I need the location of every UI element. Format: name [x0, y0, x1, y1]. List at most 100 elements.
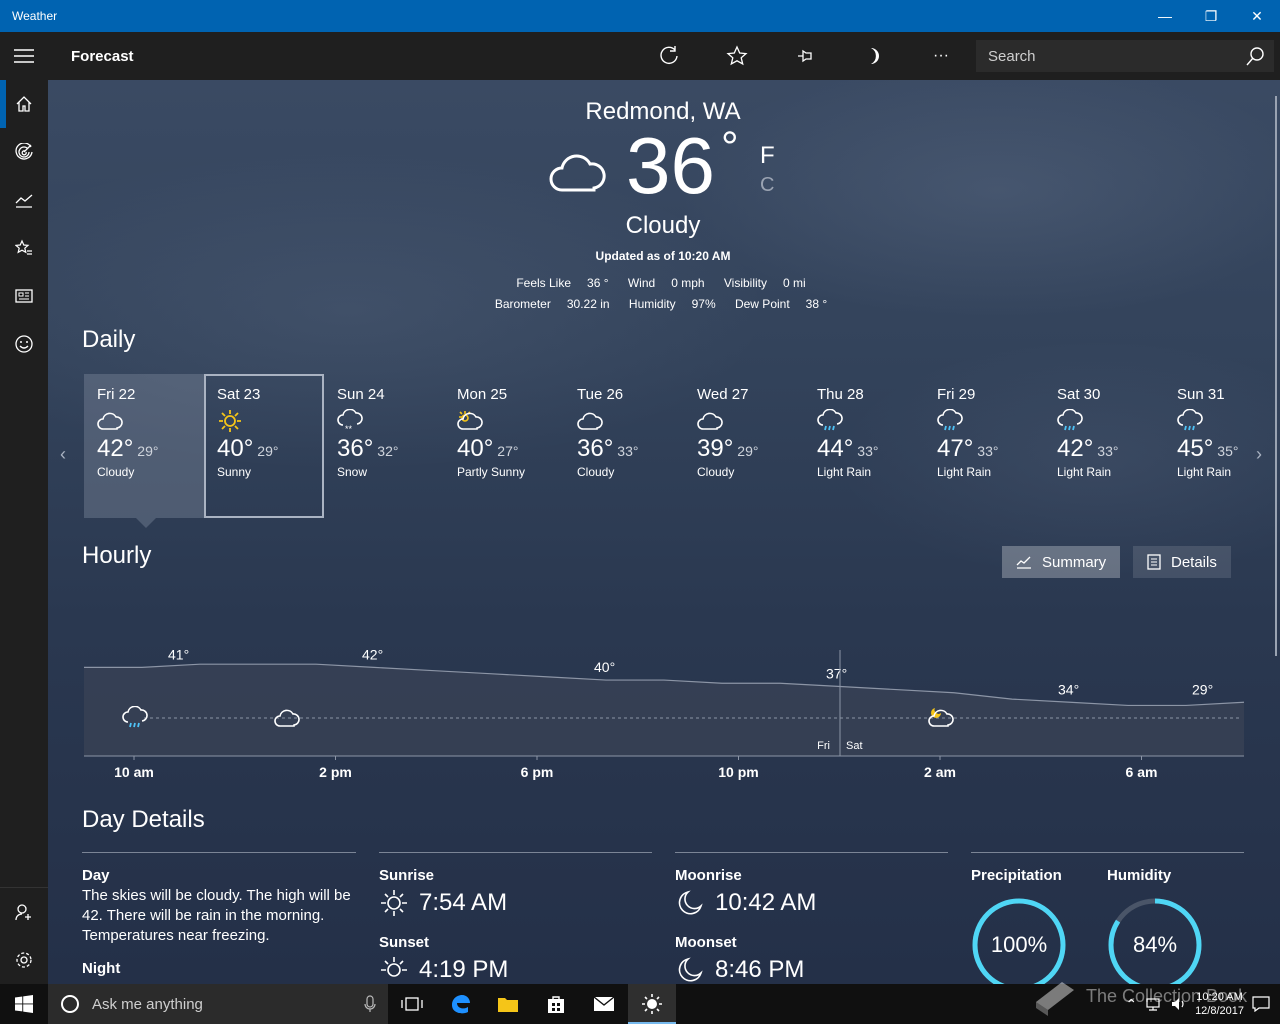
day-temps: 40° 27° — [457, 435, 551, 463]
daily-strip: Fri 22 42° 29° Cloudy Sat 23 40° 29° Sunny Sun 2… — [84, 374, 1244, 518]
nav-forecast[interactable] — [0, 80, 48, 128]
search-icon[interactable] — [1244, 45, 1266, 67]
day-low: 33° — [977, 443, 999, 459]
close-button[interactable]: ✕ — [1234, 0, 1280, 32]
pin-button[interactable] — [771, 32, 839, 80]
wind-value: 0 mph — [671, 276, 705, 290]
summary-button[interactable]: Summary — [1002, 546, 1121, 578]
day-temps: 40° 29° — [217, 435, 311, 463]
day-temps: 47° 33° — [937, 435, 1031, 463]
day-card[interactable]: Sat 30 42° 33° Light Rain — [1044, 374, 1164, 518]
daily-prev-arrow[interactable]: ‹ — [60, 444, 66, 465]
cortana-input[interactable] — [92, 995, 352, 1013]
humidity-ring-value: 84% — [1132, 932, 1178, 957]
hourly-time-label: 6 pm — [521, 764, 554, 780]
taskbar-file-explorer[interactable] — [484, 984, 532, 1024]
day-low: 27° — [497, 443, 519, 459]
taskbar-edge[interactable] — [436, 984, 484, 1024]
store-icon — [548, 996, 564, 1013]
day-low: 35° — [1217, 443, 1239, 459]
search-box[interactable] — [976, 40, 1274, 72]
add-user-icon — [15, 904, 31, 921]
notifications-icon[interactable] — [1252, 996, 1270, 1012]
night-label: Night — [82, 960, 121, 977]
unit-fahrenheit[interactable]: F — [760, 142, 775, 170]
barometer-label: Barometer — [494, 297, 551, 311]
restore-button[interactable]: ❐ — [1188, 0, 1234, 32]
moonrise-label: Moonrise — [675, 867, 742, 884]
day-card[interactable]: Fri 22 42° 29° Cloudy — [84, 374, 204, 518]
minimize-button[interactable]: — — [1142, 0, 1188, 32]
humidity-ring: 84% — [1107, 897, 1203, 984]
cloud-icon — [577, 412, 603, 430]
cortana-search[interactable] — [48, 984, 388, 1024]
day-condition: Light Rain — [1057, 465, 1112, 479]
hourly-temp-label: 29° — [1192, 681, 1213, 697]
day-card[interactable]: Sat 23 40° 29° Sunny — [204, 374, 324, 518]
nav-places[interactable] — [0, 224, 48, 272]
day-card[interactable]: Wed 27 39° 29° Cloudy — [684, 374, 804, 518]
day-low: 29° — [137, 443, 159, 459]
details-button[interactable]: Details — [1133, 546, 1231, 578]
nav-account[interactable] — [0, 888, 48, 936]
nav-feedback[interactable] — [0, 320, 48, 368]
folder-icon — [498, 998, 518, 1012]
chart-icon — [15, 194, 33, 208]
more-button[interactable]: ··· — [907, 32, 975, 80]
favorite-button[interactable] — [703, 32, 771, 80]
nav-news[interactable] — [0, 272, 48, 320]
day-summary-column: Day The skies will be cloudy. The high w… — [82, 852, 356, 977]
taskbar-mail[interactable] — [580, 984, 628, 1024]
page-title: Forecast — [71, 47, 134, 65]
side-navigation-bottom — [0, 887, 48, 984]
unit-celsius[interactable]: C — [760, 174, 774, 197]
nav-historical[interactable] — [0, 176, 48, 224]
humidity-detail-label: Humidity — [1107, 867, 1172, 884]
dew-point-value: 38 ° — [805, 297, 828, 311]
day-card[interactable]: Sun 31 45° 35° Light Rain — [1164, 374, 1280, 518]
day-high: 39° — [697, 435, 734, 462]
task-view-button[interactable] — [388, 984, 436, 1024]
day-card[interactable]: Tue 26 36° 33° Cloudy — [564, 374, 684, 518]
hourly-temperature-area — [84, 664, 1244, 756]
day-text: The skies will be cloudy. The high will … — [82, 887, 351, 944]
start-button[interactable] — [0, 984, 48, 1024]
day-condition: Cloudy — [97, 465, 135, 479]
rain-icon — [1057, 408, 1083, 431]
day-card[interactable]: Thu 28 44° 33° Light Rain — [804, 374, 924, 518]
window-title: Weather — [12, 9, 58, 23]
home-icon — [16, 96, 32, 112]
day-icon-wrap — [937, 408, 1031, 433]
hamburger-menu-button[interactable] — [0, 32, 48, 80]
day-card[interactable]: Fri 29 47° 33° Light Rain — [924, 374, 1044, 518]
sunset-icon — [381, 957, 407, 977]
search-input[interactable] — [988, 47, 1244, 65]
day-card[interactable]: Mon 25 40° 27° Partly Sunny — [444, 374, 564, 518]
day-icon-wrap — [577, 409, 671, 433]
sun-icon — [642, 994, 662, 1014]
day-temps: 45° 35° — [1177, 435, 1271, 463]
taskbar-weather[interactable] — [628, 984, 676, 1024]
mail-icon — [593, 996, 615, 1011]
day-icon-wrap — [1057, 408, 1151, 433]
moonrise-time: 10:42 AM — [715, 889, 817, 916]
day-temps: 42° 33° — [1057, 435, 1151, 463]
wind-label: Wind — [627, 276, 656, 290]
refresh-button[interactable] — [635, 32, 703, 80]
nav-settings[interactable] — [0, 936, 48, 984]
taskbar-store[interactable] — [532, 984, 580, 1024]
moonset-label: Moonset — [675, 934, 737, 951]
nav-maps[interactable] — [0, 128, 48, 176]
selected-day-pointer — [136, 518, 156, 528]
microphone-icon[interactable] — [364, 995, 376, 1013]
hourly-chart[interactable]: 41° 42° 40° 37° 34° 29° 10 am 2 pm 6 pm 10 pm 2 am… — [84, 586, 1244, 782]
day-name: Thu 28 — [817, 386, 864, 403]
theme-button[interactable] — [839, 32, 907, 80]
cortana-icon — [61, 995, 79, 1013]
day-card[interactable]: Sun 24 ** 36° 32° Snow — [324, 374, 444, 518]
precipitation-label: Precipitation — [971, 867, 1062, 884]
day-condition: Light Rain — [817, 465, 872, 479]
main-content[interactable]: Redmond, WA 36 ° F C Cloudy Updated as of… — [48, 80, 1280, 984]
details-label: Details — [1171, 553, 1217, 571]
day-temps: 36° 33° — [577, 435, 671, 463]
